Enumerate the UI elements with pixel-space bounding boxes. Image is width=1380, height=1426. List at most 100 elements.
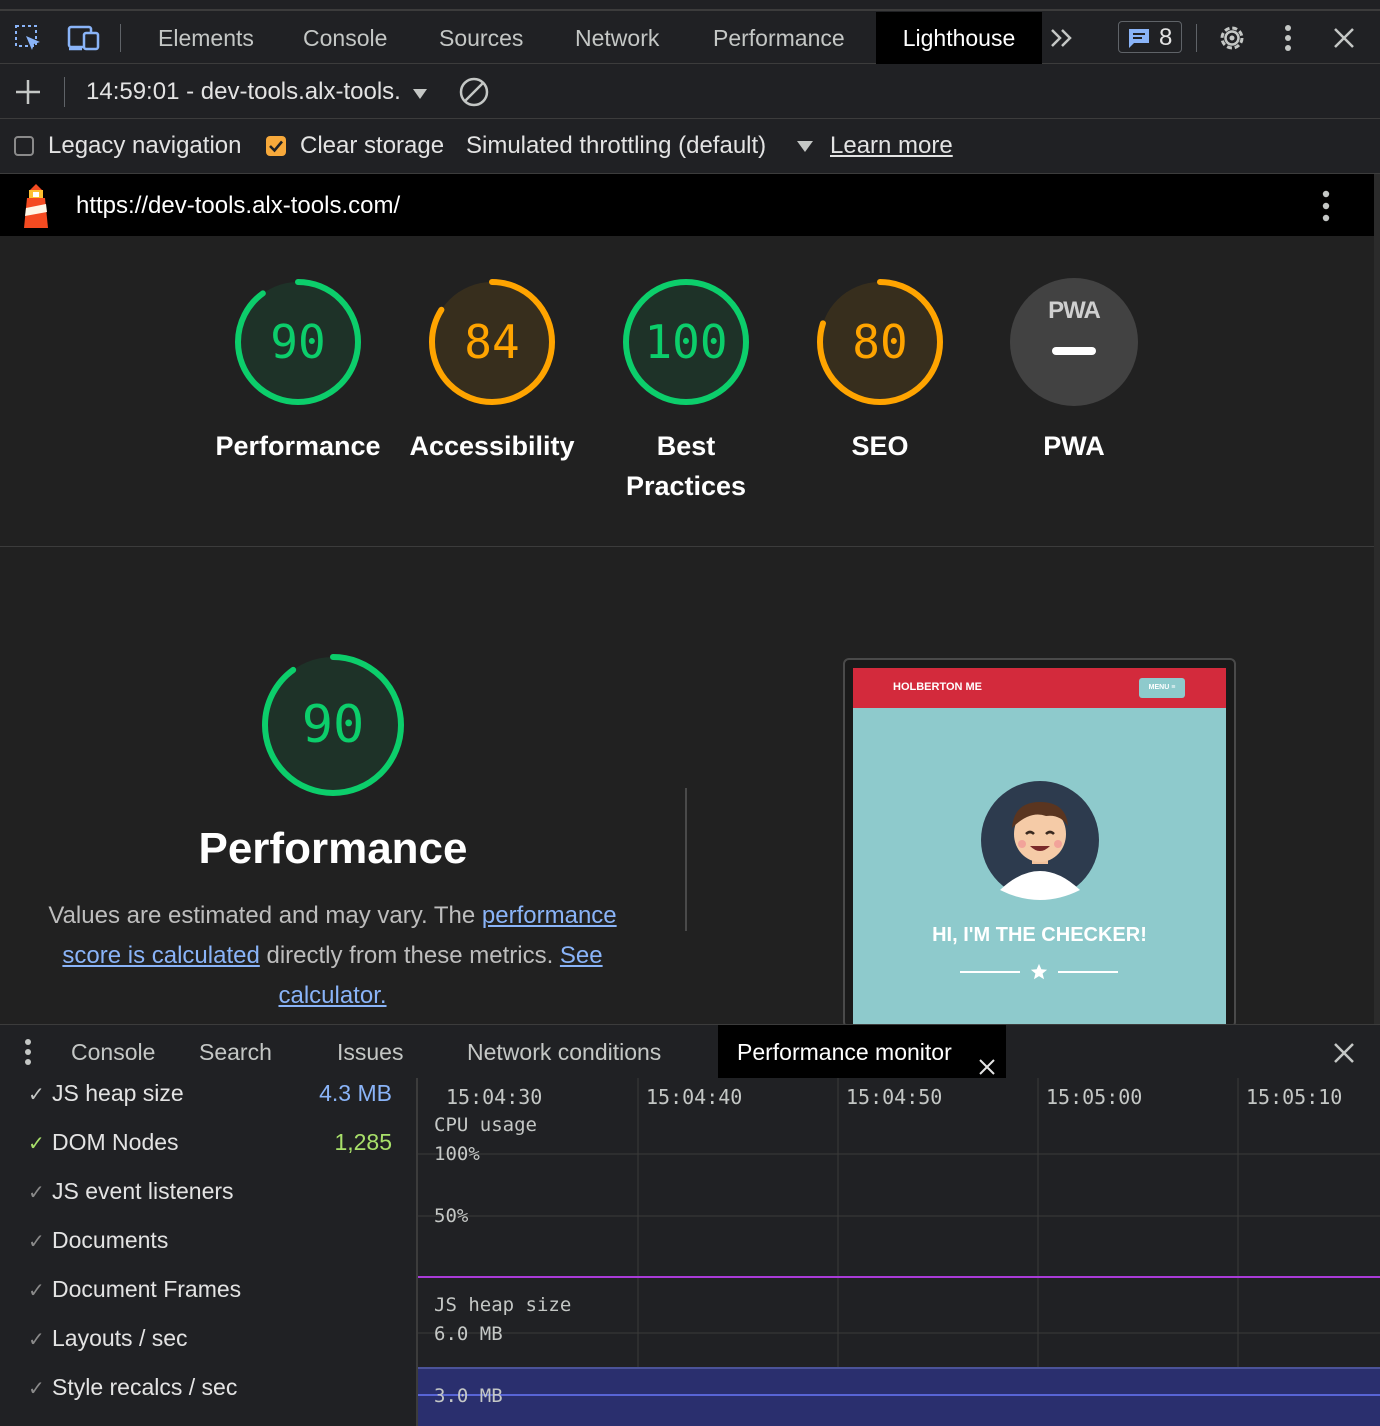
drawer-tab-network-conditions[interactable]: Network conditions — [467, 1025, 661, 1079]
throttling-select[interactable]: Simulated throttling (default) — [466, 132, 766, 160]
site-header: HOLBERTON ME MENU ≡ — [853, 668, 1226, 708]
check-icon: ✓ — [28, 1084, 45, 1106]
issues-counter-button[interactable]: 8 — [1118, 21, 1182, 53]
metric-js-event-listeners[interactable]: ✓ JS event listeners — [28, 1178, 234, 1205]
final-screenshot: HOLBERTON ME MENU ≡ HI, I'M THE CHECKER! — [853, 668, 1226, 1026]
drawer-tab-search[interactable]: Search — [199, 1025, 272, 1079]
metric-dom-nodes-value: 1,285 — [334, 1129, 392, 1155]
clear-storage-label: Clear storage — [300, 132, 445, 159]
close-drawer-icon[interactable] — [1328, 1037, 1360, 1069]
metric-dom-nodes[interactable]: ✓ DOM Nodes — [28, 1129, 179, 1156]
time-label: 15:04:40 — [646, 1085, 743, 1109]
seo-score: 80 — [852, 315, 908, 369]
pwa-badge-text: PWA — [1048, 297, 1101, 324]
drawer-tab-performance-monitor[interactable]: Performance monitor — [718, 1025, 1006, 1079]
time-label: 15:04:30 — [446, 1085, 543, 1109]
report-scrollbar[interactable] — [1374, 174, 1380, 1024]
headline-rule — [1058, 971, 1118, 973]
check-icon: ✓ — [28, 1231, 45, 1253]
tab-network[interactable]: Network — [575, 12, 659, 64]
final-screenshot-frame[interactable]: HOLBERTON ME MENU ≡ HI, I'M THE CHECKER! — [843, 658, 1236, 1028]
accessibility-label: Accessibility — [409, 431, 575, 461]
time-label: 15:04:50 — [846, 1085, 943, 1109]
section-divider — [0, 546, 1374, 547]
check-icon: ✓ — [28, 1182, 45, 1204]
pwa-gauge[interactable]: PWA — [1009, 277, 1139, 407]
kebab-menu-icon[interactable] — [1272, 20, 1304, 56]
metric-js-heap-size[interactable]: ✓ JS heap size — [28, 1080, 184, 1107]
drawer-tab-console[interactable]: Console — [71, 1025, 155, 1079]
pwa-label: PWA — [1043, 431, 1105, 461]
pwa-dash-icon — [1052, 347, 1096, 355]
device-toolbar-icon[interactable] — [64, 22, 104, 54]
lighthouse-logo-icon — [18, 182, 54, 235]
avatar — [980, 780, 1100, 900]
performance-score-gauge[interactable]: 90 — [233, 277, 363, 407]
devtools-tab-bar: Elements Console Sources Network Perform… — [0, 12, 1380, 64]
issues-message-icon — [1127, 27, 1151, 54]
drawer-tab-label: Performance monitor — [737, 1039, 952, 1065]
performance-score: 90 — [270, 315, 326, 369]
performance-detail-gauge: 90 — [260, 652, 406, 798]
monitor-grid — [418, 1078, 1380, 1426]
check-icon: ✓ — [28, 1329, 45, 1351]
heap-title: JS heap size — [434, 1294, 572, 1316]
accessibility-score-gauge[interactable]: 84 — [427, 277, 557, 407]
drawer-tab-issues[interactable]: Issues — [337, 1025, 403, 1079]
report-menu-icon[interactable] — [1310, 186, 1342, 226]
close-devtools-icon[interactable] — [1326, 20, 1362, 56]
inspect-element-icon[interactable] — [10, 22, 46, 54]
tab-lighthouse[interactable]: Lighthouse — [876, 12, 1042, 64]
description-text: Values are estimated and may vary. The — [48, 902, 482, 929]
check-icon: ✓ — [28, 1378, 45, 1400]
metric-style-recalcs-per-sec[interactable]: ✓ Style recalcs / sec — [28, 1374, 237, 1401]
site-name: HOLBERTON ME — [893, 681, 983, 693]
performance-monitor-chart — [416, 1078, 1380, 1426]
plus-icon[interactable] — [12, 76, 44, 108]
check-icon: ✓ — [28, 1133, 45, 1155]
performance-section-title: Performance — [198, 824, 468, 873]
checkmark-icon — [269, 140, 283, 153]
metric-document-frames[interactable]: ✓ Document Frames — [28, 1276, 241, 1303]
learn-more-link[interactable]: Learn more — [830, 132, 953, 160]
lighthouse-session-bar: 14:59:01 - dev-tools.alx-tools. — [0, 64, 1380, 119]
toolbar-separator — [64, 77, 65, 107]
settings-gear-icon[interactable] — [1214, 20, 1250, 56]
performance-description: Values are estimated and may vary. The p… — [40, 896, 625, 1016]
tab-sources[interactable]: Sources — [439, 12, 523, 64]
tab-console[interactable]: Console — [303, 12, 387, 64]
cpu-usage-title: CPU usage — [434, 1114, 537, 1136]
report-select-value: 14:59:01 - dev-tools.alx-tools. — [86, 78, 401, 105]
seo-score-gauge[interactable]: 80 — [815, 277, 945, 407]
accessibility-score: 84 — [464, 315, 520, 369]
legacy-navigation-label: Legacy navigation — [48, 132, 242, 159]
lighthouse-report: 90 Performance 84 Accessibility 100 Best… — [0, 236, 1374, 1028]
report-select[interactable]: 14:59:01 - dev-tools.alx-tools. — [86, 78, 428, 107]
best-practices-score-gauge[interactable]: 100 — [621, 277, 751, 407]
throttling-dropdown-icon[interactable] — [796, 140, 814, 158]
more-tabs-icon[interactable] — [1046, 22, 1078, 54]
legacy-navigation-checkbox[interactable] — [14, 136, 34, 156]
toolbar-separator — [1196, 24, 1197, 52]
best-practices-label: Best Practices — [625, 431, 747, 501]
star-icon — [1030, 963, 1048, 986]
best-practices-score: 100 — [644, 315, 728, 369]
time-label: 15:05:10 — [1246, 1085, 1343, 1109]
cpu-tick-label: 50% — [434, 1205, 469, 1227]
site-headline: HI, I'M THE CHECKER! — [932, 924, 1147, 946]
tab-performance[interactable]: Performance — [713, 12, 845, 64]
dropdown-arrow-icon — [412, 79, 428, 107]
clear-storage-checkbox[interactable] — [266, 136, 286, 156]
clear-icon[interactable] — [456, 76, 492, 108]
metric-documents[interactable]: ✓ Documents — [28, 1227, 168, 1254]
cpu-tick-label: 100% — [434, 1143, 480, 1165]
drawer-menu-icon[interactable] — [14, 1037, 42, 1067]
performance-label: Performance — [215, 431, 381, 461]
metric-layouts-per-sec[interactable]: ✓ Layouts / sec — [28, 1325, 188, 1352]
report-url-bar: https://dev-tools.alx-tools.com/ — [0, 174, 1374, 236]
metric-js-heap-size-value: 4.3 MB — [319, 1080, 392, 1106]
headline-rule — [960, 971, 1020, 973]
seo-label: SEO — [851, 431, 909, 461]
vertical-divider — [685, 788, 687, 931]
tab-elements[interactable]: Elements — [158, 12, 254, 64]
